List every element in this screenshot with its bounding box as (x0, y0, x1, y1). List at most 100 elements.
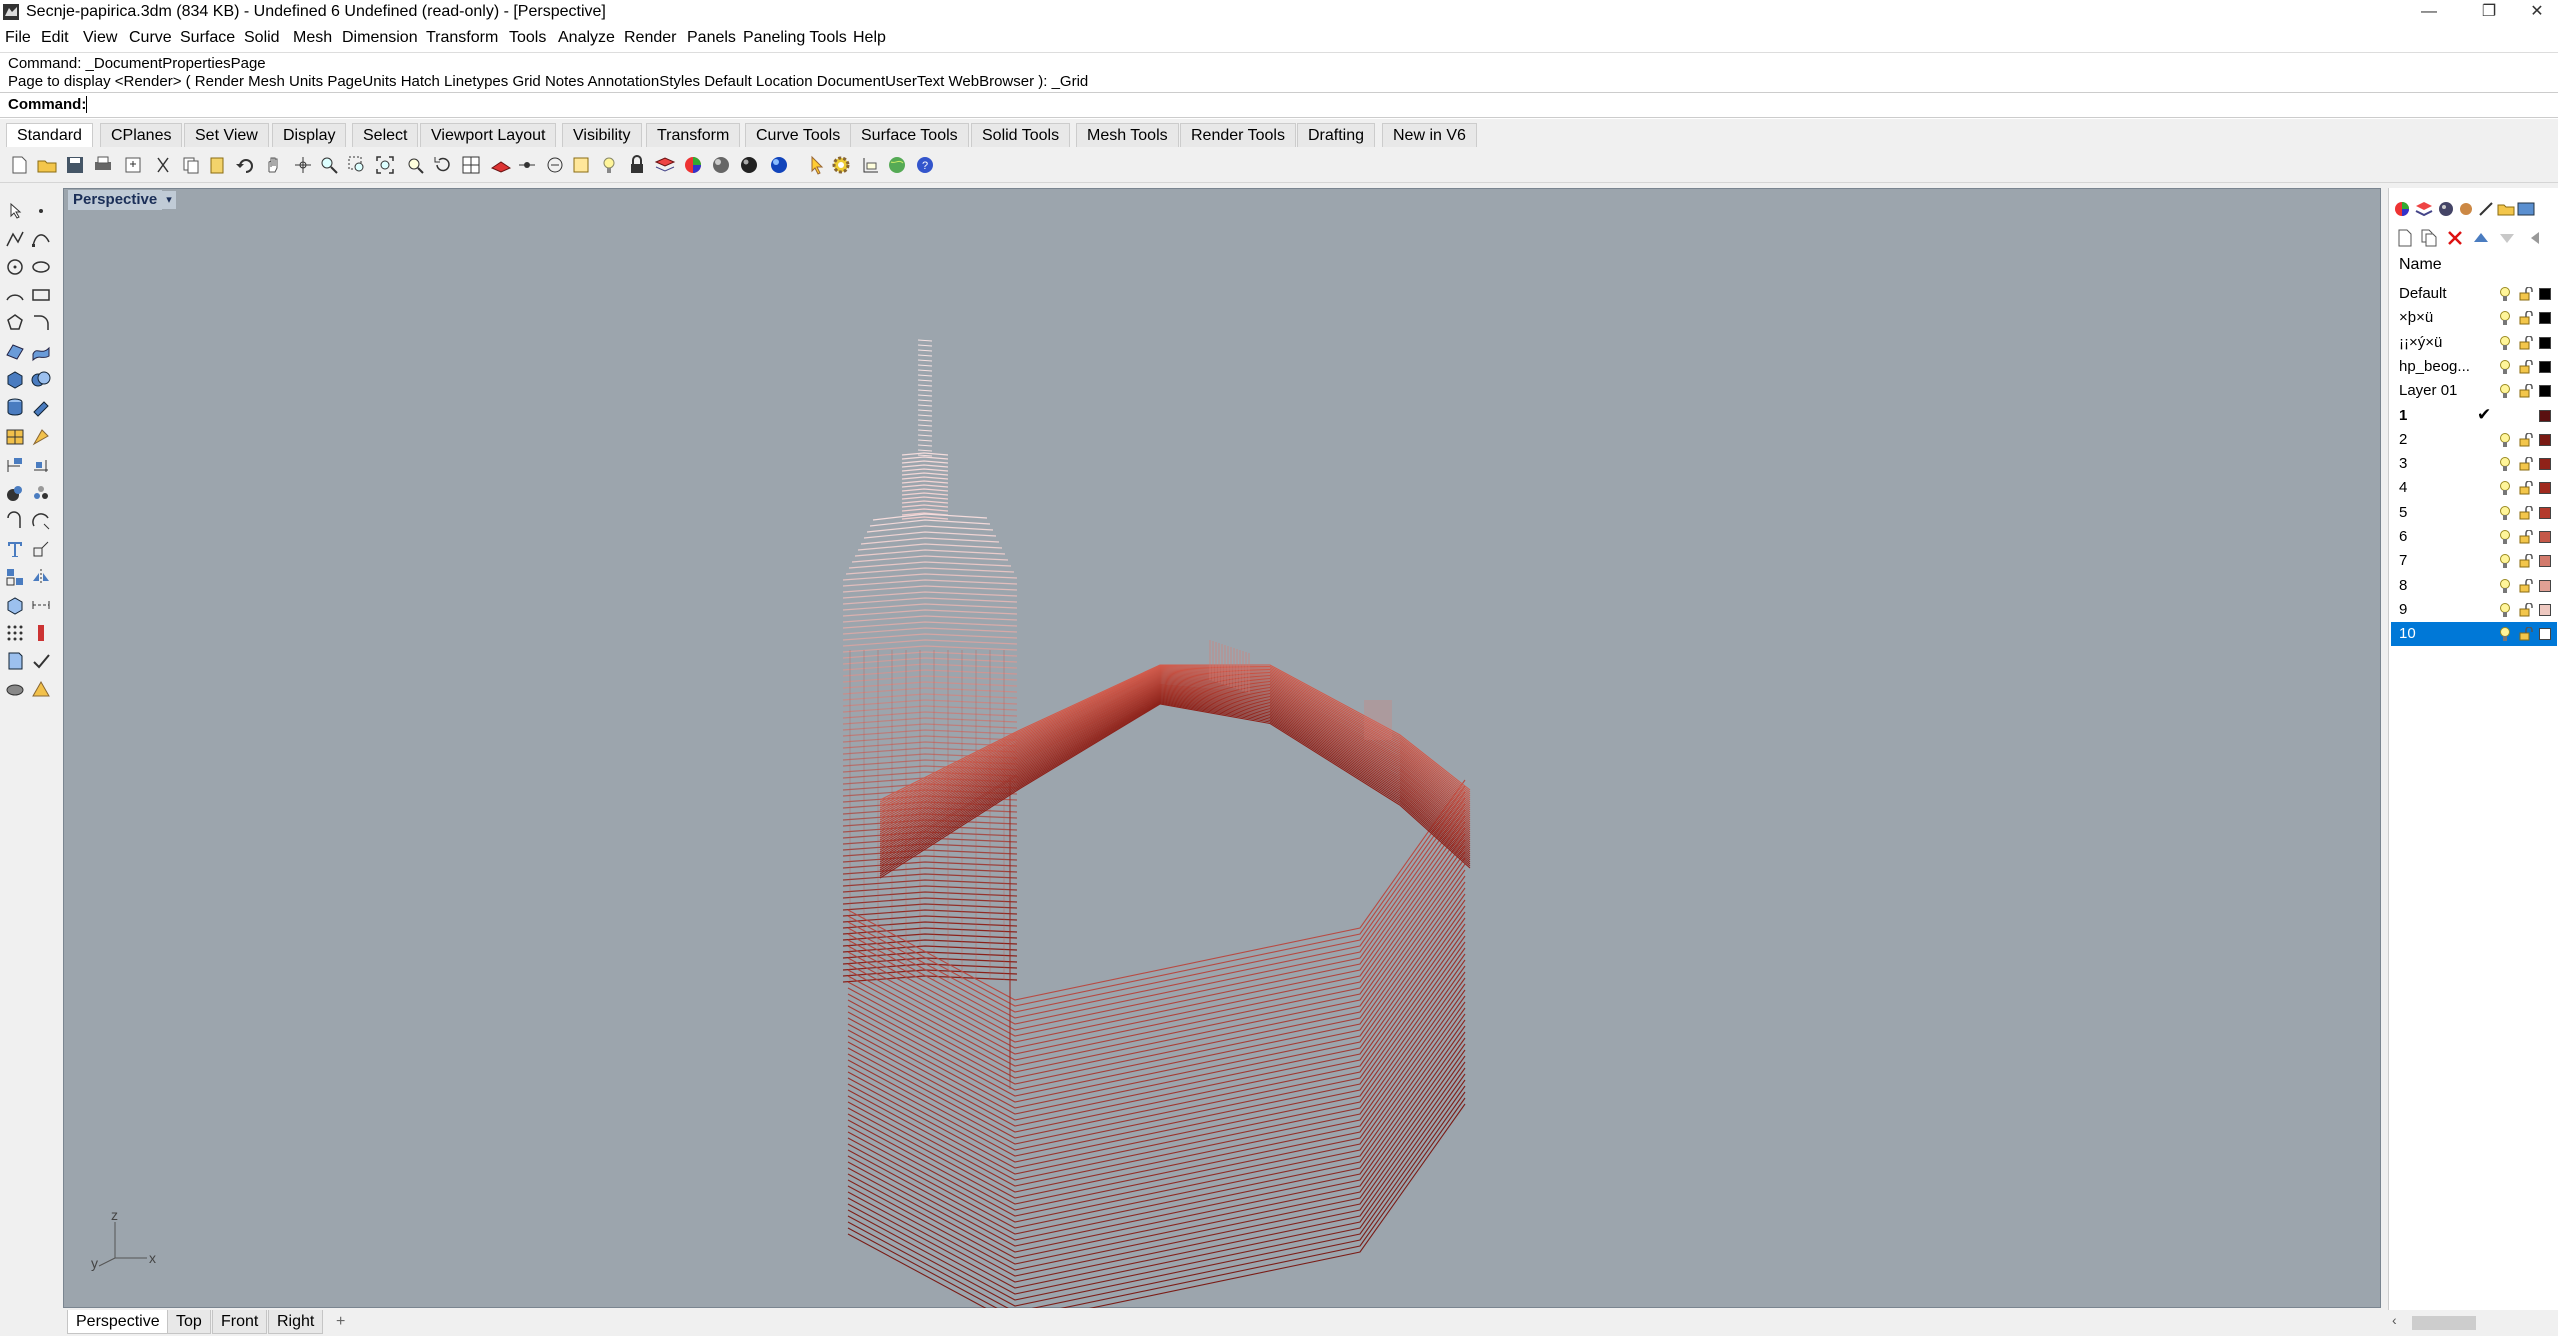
print-icon[interactable] (92, 154, 114, 176)
layer-color-swatch[interactable] (2539, 433, 2551, 446)
layer-name[interactable]: Layer 01 (2399, 382, 2457, 399)
cut-icon[interactable] (152, 154, 174, 176)
layer-unlocked-icon[interactable] (2519, 359, 2533, 374)
ellipse-icon[interactable] (30, 256, 52, 278)
layer-color-swatch[interactable] (2539, 312, 2551, 325)
surface-icon[interactable] (4, 340, 26, 362)
menu-solid[interactable]: Solid (244, 29, 280, 47)
layer-name[interactable]: 2 (2399, 431, 2407, 448)
osnap-icon[interactable] (516, 154, 538, 176)
tab-transform[interactable]: Transform (646, 123, 741, 147)
layer-unlocked-icon[interactable] (2519, 602, 2533, 617)
layer-color-swatch[interactable] (2539, 288, 2551, 300)
dimension-tool-icon[interactable] (860, 154, 882, 176)
select-all-icon[interactable] (544, 154, 566, 176)
layer-row[interactable]: 5 (2391, 501, 2557, 525)
layer-unlocked-icon[interactable] (2519, 554, 2533, 568)
pan-hand-icon[interactable] (262, 154, 284, 176)
new-file-icon[interactable] (8, 154, 30, 176)
distance-icon[interactable] (30, 594, 52, 616)
grid-snap-icon[interactable] (4, 622, 26, 644)
arc-icon[interactable] (4, 284, 26, 306)
layer-unlocked-icon[interactable] (2519, 457, 2533, 471)
layer-icon[interactable] (654, 154, 676, 176)
menu-transform[interactable]: Transform (426, 29, 498, 47)
tab-render-tools[interactable]: Render Tools (1180, 123, 1296, 147)
layer-unlocked-icon[interactable] (2519, 287, 2533, 301)
help-icon[interactable]: ? (914, 154, 936, 176)
layer-visible-bulb-icon[interactable] (2499, 456, 2511, 472)
layer-color-swatch[interactable] (2539, 506, 2551, 519)
camera-icon[interactable] (4, 678, 26, 700)
tab-curve-tools[interactable]: Curve Tools (745, 123, 852, 147)
layer-row[interactable]: hp_beog... (2391, 355, 2557, 379)
analyze-icon[interactable] (4, 482, 26, 504)
layer-color-swatch[interactable] (2539, 531, 2551, 543)
fillet-icon[interactable] (30, 312, 52, 334)
group-icon[interactable] (30, 482, 52, 504)
boolean-icon[interactable] (30, 368, 52, 390)
layer-row[interactable]: ×þ×ü (2391, 306, 2557, 330)
layer-row[interactable]: 8 (2391, 574, 2557, 598)
folder-tab-icon[interactable] (2497, 200, 2515, 218)
layer-unlocked-icon[interactable] (2519, 311, 2533, 325)
point-icon[interactable] (30, 200, 52, 222)
layer-unlocked-icon[interactable] (2519, 384, 2533, 398)
viewport-tab-front[interactable]: Front (212, 1310, 268, 1334)
light-icon[interactable] (30, 426, 52, 448)
panel-collapse-icon[interactable] (2525, 228, 2545, 248)
viewport-title[interactable]: Perspective (68, 190, 163, 210)
menu-paneling-tools[interactable]: Paneling Tools (743, 29, 847, 47)
circle-icon[interactable] (4, 256, 26, 278)
rotate-view-icon[interactable] (292, 154, 314, 176)
layer-unlocked-icon[interactable] (2519, 481, 2533, 495)
layer-visible-bulb-icon[interactable] (2499, 602, 2511, 618)
layer-unlocked-icon[interactable] (2519, 335, 2533, 350)
layer-visible-bulb-icon[interactable] (2499, 359, 2511, 375)
layer-name[interactable]: 6 (2399, 528, 2407, 545)
layer-unlocked-icon[interactable] (2519, 627, 2533, 641)
perspective-viewport[interactable] (63, 188, 2381, 1308)
layer-name-column-header[interactable]: Name (2399, 256, 2442, 274)
layer-name[interactable]: 8 (2399, 577, 2407, 594)
layer-visible-bulb-icon[interactable] (2499, 505, 2511, 521)
paste-icon[interactable] (206, 154, 228, 176)
command-input[interactable] (86, 94, 2486, 114)
layer-row[interactable]: 6 (2391, 525, 2557, 549)
layer-row[interactable]: ¡¡×ý×ü (2391, 331, 2557, 355)
restore-button[interactable]: ❐ (2466, 0, 2512, 24)
tab-standard[interactable]: Standard (6, 123, 93, 147)
layer-name[interactable]: ¡¡×ý×ü (2399, 334, 2442, 351)
tab-viewport-layout[interactable]: Viewport Layout (420, 123, 557, 147)
light-bulb-icon[interactable] (598, 154, 620, 176)
layer-row[interactable]: Layer 01 (2391, 379, 2557, 403)
layer-name[interactable]: ×þ×ü (2399, 309, 2433, 326)
lock-icon[interactable] (626, 154, 648, 176)
menu-panels[interactable]: Panels (687, 29, 736, 47)
menu-surface[interactable]: Surface (180, 29, 235, 47)
open-folder-icon[interactable] (36, 154, 58, 176)
layer-visible-bulb-icon[interactable] (2499, 310, 2511, 326)
layer-name[interactable]: 10 (2399, 625, 2416, 642)
tab-new-in-v6[interactable]: New in V6 (1382, 123, 1477, 147)
set-cplane-icon[interactable] (490, 154, 512, 176)
layer-row[interactable]: 7 (2391, 549, 2557, 573)
scrollbar-thumb[interactable] (2412, 1316, 2476, 1330)
display-tab-icon[interactable] (2477, 200, 2495, 218)
dimension-icon[interactable] (4, 454, 26, 476)
layer-visible-bulb-icon[interactable] (2499, 529, 2511, 545)
render-sphere-icon[interactable] (768, 154, 790, 176)
layer-name[interactable]: 7 (2399, 552, 2407, 569)
zoom-icon[interactable] (318, 154, 340, 176)
layer-row[interactable]: 2 (2391, 428, 2557, 452)
layer-visible-bulb-icon[interactable] (2499, 480, 2511, 496)
new-sublayer-icon[interactable] (2419, 228, 2439, 248)
layer-visible-bulb-icon[interactable] (2499, 432, 2511, 448)
array-icon[interactable] (4, 566, 26, 588)
layer-visible-bulb-icon[interactable] (2499, 286, 2511, 302)
zoom-window-icon[interactable] (346, 154, 368, 176)
block-icon[interactable] (4, 594, 26, 616)
viewport-tab-right[interactable]: Right (268, 1310, 324, 1334)
marker-icon[interactable] (30, 622, 52, 644)
layer-name[interactable]: Default (2399, 285, 2447, 302)
